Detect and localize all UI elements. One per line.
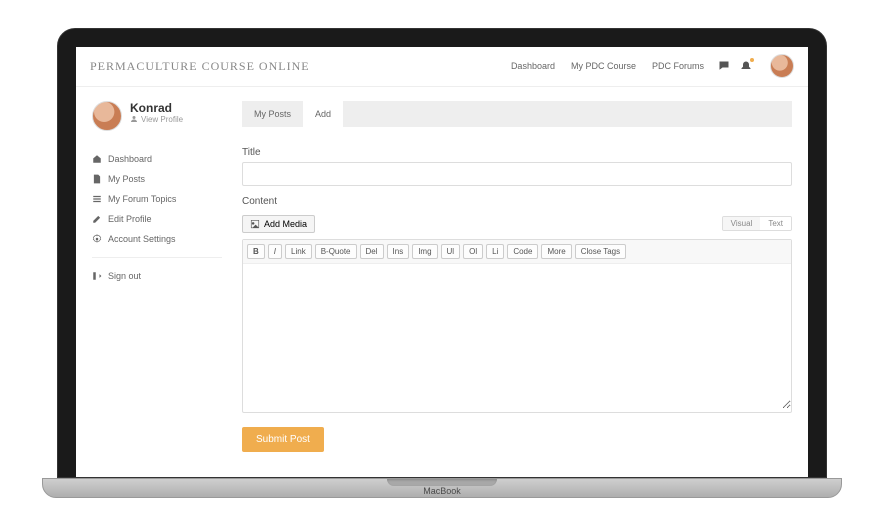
main-content: My Posts Add Title Content Add Media <box>242 101 792 463</box>
topbar: Permaculture Course Online Dashboard My … <box>76 47 808 87</box>
profile-name: Konrad <box>130 101 183 115</box>
app-screen: Permaculture Course Online Dashboard My … <box>76 47 808 477</box>
tab-add[interactable]: Add <box>303 101 343 127</box>
sidebar-item-edit-profile[interactable]: Edit Profile <box>92 209 222 229</box>
sidebar-item-label: Dashboard <box>108 154 152 164</box>
editor-mode-visual[interactable]: Visual <box>723 217 761 230</box>
notifications-icon[interactable] <box>740 60 752 72</box>
sidebar-item-account-settings[interactable]: Account Settings <box>92 229 222 249</box>
editor-btn-li[interactable]: Li <box>486 244 504 259</box>
home-icon <box>92 154 102 164</box>
sidebar-item-label: Sign out <box>108 271 141 281</box>
sidebar-item-dashboard[interactable]: Dashboard <box>92 149 222 169</box>
sidebar: Konrad View Profile Dashboard <box>92 101 222 463</box>
title-label: Title <box>242 147 792 158</box>
editor-btn-bquote[interactable]: B-Quote <box>315 244 357 259</box>
sidebar-item-label: My Posts <box>108 174 145 184</box>
edit-icon <box>92 214 102 224</box>
editor-btn-del[interactable]: Del <box>360 244 384 259</box>
editor-btn-img[interactable]: Img <box>412 244 437 259</box>
view-profile-link[interactable]: View Profile <box>130 115 183 124</box>
content-textarea[interactable] <box>243 264 791 409</box>
editor-mode-text[interactable]: Text <box>760 217 791 230</box>
add-media-button[interactable]: Add Media <box>242 215 315 233</box>
editor-btn-ins[interactable]: Ins <box>387 244 410 259</box>
media-icon <box>250 219 260 229</box>
sidebar-item-my-posts[interactable]: My Posts <box>92 169 222 189</box>
editor-btn-code[interactable]: Code <box>507 244 538 259</box>
editor-btn-italic[interactable]: I <box>268 244 282 259</box>
sidebar-item-label: My Forum Topics <box>108 194 176 204</box>
laptop-brand-label: MacBook <box>423 486 461 496</box>
nav-pdc-forums[interactable]: PDC Forums <box>652 61 704 71</box>
laptop-base: MacBook <box>42 478 843 498</box>
nav-dashboard[interactable]: Dashboard <box>511 61 555 71</box>
editor-btn-bold[interactable]: B <box>247 244 265 259</box>
editor-btn-link[interactable]: Link <box>285 244 312 259</box>
editor-btn-close-tags[interactable]: Close Tags <box>575 244 626 259</box>
sidebar-item-label: Account Settings <box>108 234 176 244</box>
sidebar-avatar[interactable] <box>92 101 122 131</box>
sidebar-item-my-forum-topics[interactable]: My Forum Topics <box>92 189 222 209</box>
signout-icon <box>92 271 102 281</box>
nav-my-pdc-course[interactable]: My PDC Course <box>571 61 636 71</box>
editor-btn-ol[interactable]: Ol <box>463 244 483 259</box>
list-icon <box>92 194 102 204</box>
chat-icon[interactable] <box>718 60 730 72</box>
tab-my-posts[interactable]: My Posts <box>242 101 303 127</box>
editor-btn-ul[interactable]: Ul <box>441 244 461 259</box>
content-label: Content <box>242 196 792 207</box>
sidebar-item-label: Edit Profile <box>108 214 152 224</box>
editor-toolbar: B I Link B-Quote Del Ins Img Ul Ol Li Co <box>243 240 791 264</box>
title-input[interactable] <box>242 162 792 186</box>
content-tabs: My Posts Add <box>242 101 792 127</box>
site-title: Permaculture Course Online <box>90 59 511 74</box>
editor-btn-more[interactable]: More <box>541 244 571 259</box>
top-nav: Dashboard My PDC Course PDC Forums <box>511 61 704 71</box>
submit-post-button[interactable]: Submit Post <box>242 427 324 452</box>
sidebar-item-signout[interactable]: Sign out <box>92 266 222 286</box>
add-media-label: Add Media <box>264 219 307 229</box>
gear-icon <box>92 234 102 244</box>
view-profile-label: View Profile <box>141 115 183 124</box>
file-icon <box>92 174 102 184</box>
avatar[interactable] <box>770 54 794 78</box>
